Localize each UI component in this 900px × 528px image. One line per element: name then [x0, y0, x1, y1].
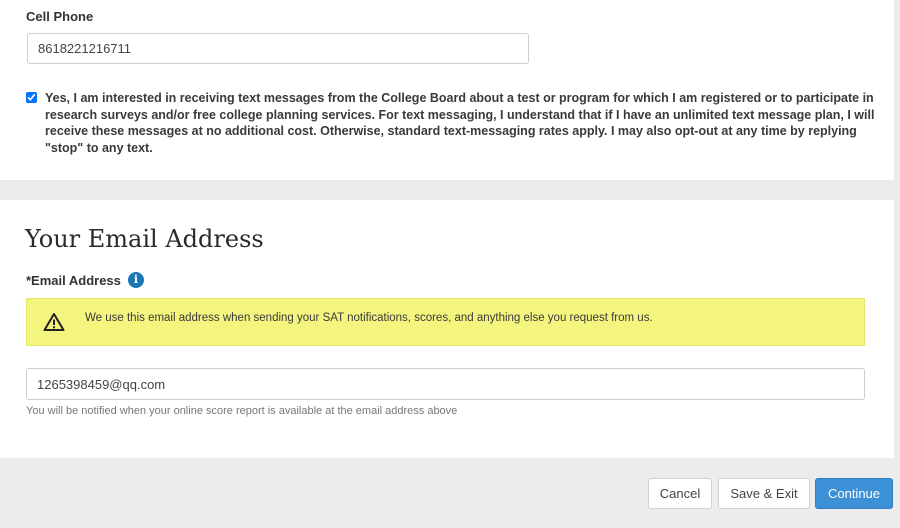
email-notice-text: We use this email address when sending y… — [85, 312, 653, 324]
info-icon[interactable]: i — [127, 272, 144, 288]
cell-phone-input[interactable] — [27, 33, 529, 64]
cell-phone-label: Cell Phone — [26, 9, 94, 24]
save-and-exit-button[interactable]: Save & Exit — [718, 478, 810, 509]
cell-phone-section: Cell Phone Yes, I am interested in recei… — [0, 0, 894, 180]
email-address-input[interactable] — [26, 368, 865, 400]
cancel-button[interactable]: Cancel — [648, 478, 712, 509]
text-consent-checkbox[interactable] — [26, 92, 37, 103]
warning-triangle-icon — [43, 313, 65, 331]
continue-button[interactable]: Continue — [815, 478, 893, 509]
text-consent-label[interactable]: Yes, I am interested in receiving text m… — [45, 90, 887, 156]
email-label-group: *Email Address i — [26, 272, 144, 288]
email-notice-alert: We use this email address when sending y… — [26, 298, 865, 346]
email-section: Your Email Address *Email Address i We u… — [0, 200, 894, 458]
email-section-title: Your Email Address — [25, 225, 264, 253]
email-help-text: You will be notified when your online sc… — [26, 405, 458, 417]
email-address-label: *Email Address — [26, 272, 121, 288]
